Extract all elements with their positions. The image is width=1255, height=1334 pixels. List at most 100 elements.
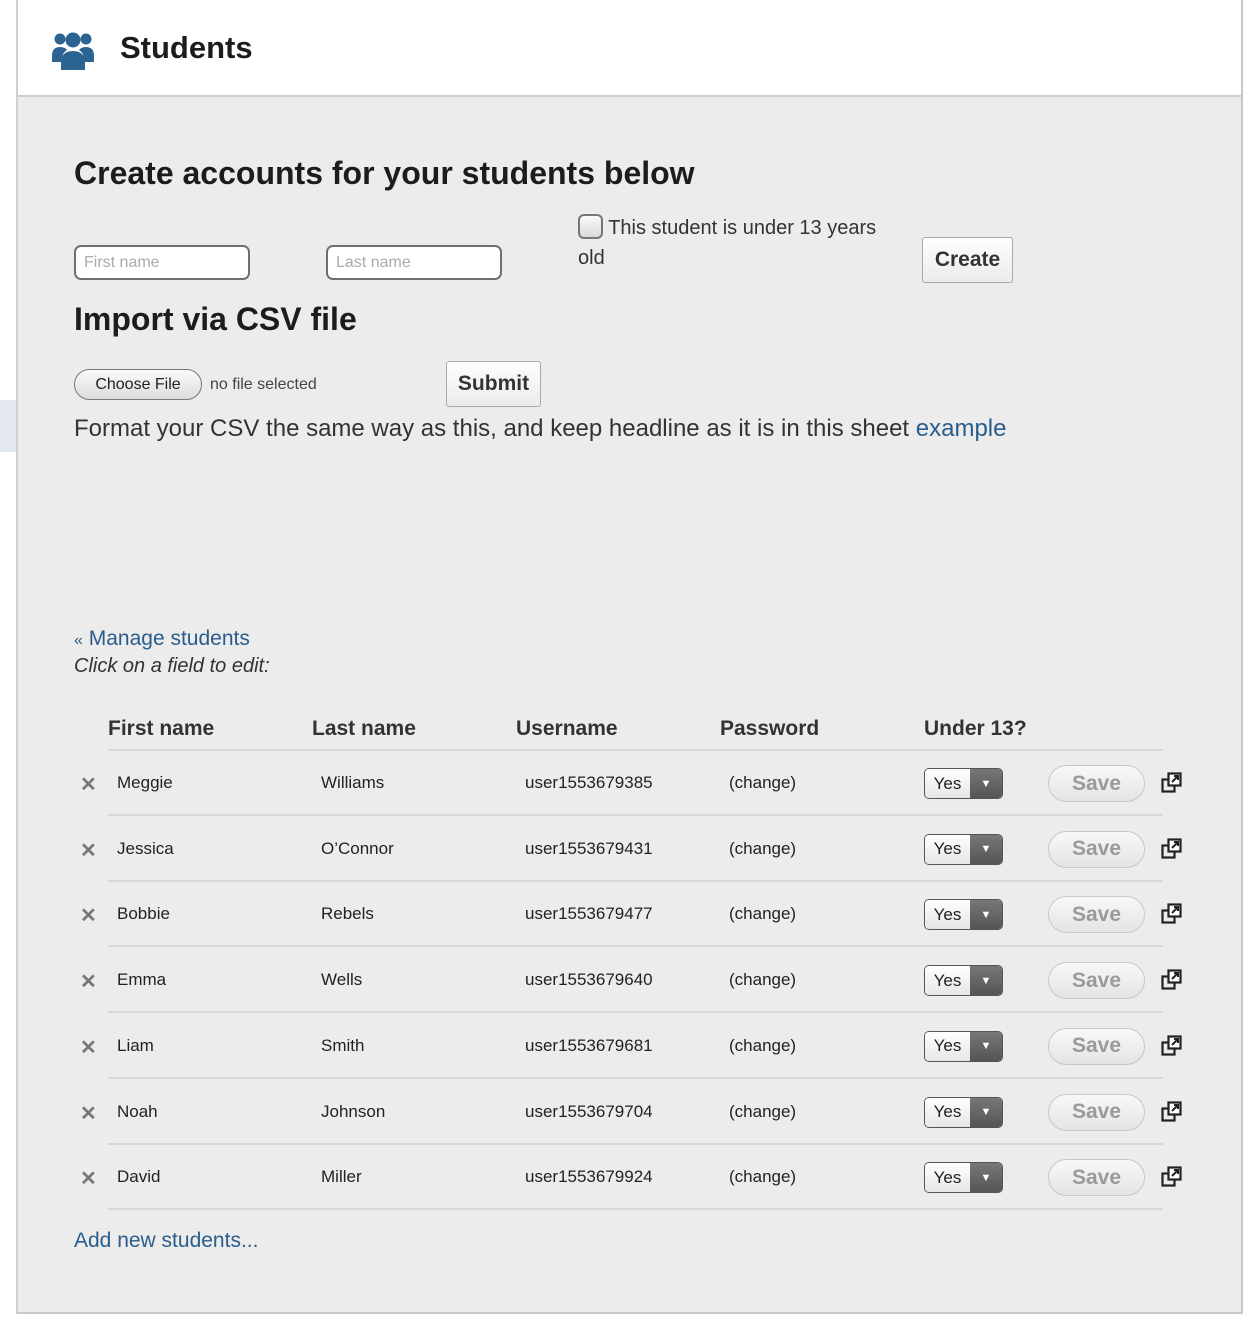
chevron-down-icon: ▼ xyxy=(970,1097,1002,1127)
save-button[interactable]: Save xyxy=(1048,1159,1145,1197)
format-text: Format your CSV the same way as this, an… xyxy=(74,415,910,442)
under13-select[interactable]: Yes ▼ xyxy=(924,1096,1003,1128)
cell-last-name[interactable]: Smith xyxy=(321,1036,364,1056)
cell-last-name[interactable]: Miller xyxy=(321,1167,362,1187)
last-name-input[interactable] xyxy=(326,245,502,280)
external-window-icon[interactable] xyxy=(1161,969,1183,991)
cell-password-change[interactable]: (change) xyxy=(729,1167,796,1187)
page-title: Students xyxy=(120,30,253,65)
close-x-icon[interactable]: ✕ xyxy=(80,772,97,797)
cell-last-name[interactable]: Wells xyxy=(321,970,362,990)
cell-password-change[interactable]: (change) xyxy=(729,773,796,793)
under13-select[interactable]: Yes ▼ xyxy=(924,768,1003,799)
cell-username[interactable]: user1553679640 xyxy=(525,970,653,990)
external-window-icon[interactable] xyxy=(1161,1166,1183,1188)
cell-first-name[interactable]: Emma xyxy=(117,970,166,990)
cell-username[interactable]: user1553679924 xyxy=(525,1167,653,1187)
col-first-name: First name xyxy=(108,717,215,740)
cell-first-name[interactable]: Meggie xyxy=(117,773,173,793)
cell-username[interactable]: user1553679681 xyxy=(525,1036,653,1056)
back-chevron-icon: « xyxy=(74,632,83,649)
cell-username[interactable]: user1553679704 xyxy=(525,1102,653,1122)
external-window-icon[interactable] xyxy=(1161,838,1183,860)
cell-last-name[interactable]: Williams xyxy=(321,773,384,793)
chevron-down-icon: ▼ xyxy=(970,900,1002,930)
create-button[interactable]: Create xyxy=(922,237,1013,283)
row-divider xyxy=(108,945,1163,948)
table-header: First name Last name Username Password U… xyxy=(18,717,1178,757)
create-heading: Create accounts for your students below xyxy=(74,155,695,191)
cell-password-change[interactable]: (change) xyxy=(729,904,796,924)
row-divider xyxy=(108,1076,1163,1079)
import-heading: Import via CSV file xyxy=(74,301,357,337)
manage-students-link[interactable]: « Manage students xyxy=(74,627,250,650)
close-x-icon[interactable]: ✕ xyxy=(80,903,97,928)
under13-value: Yes xyxy=(925,1097,970,1127)
cell-username[interactable]: user1553679477 xyxy=(525,904,653,924)
row-divider xyxy=(108,814,1163,816)
close-x-icon[interactable]: ✕ xyxy=(80,1101,97,1126)
under13-select[interactable]: Yes ▼ xyxy=(924,1030,1003,1062)
students-panel: Students Create accounts for your studen… xyxy=(16,0,1243,1314)
edit-instruction: Click on a field to edit: xyxy=(74,655,270,677)
submit-button[interactable]: Submit xyxy=(446,361,541,407)
cell-username[interactable]: user1553679385 xyxy=(525,773,653,793)
add-new-students-link[interactable]: Add new students... xyxy=(74,1229,258,1253)
save-button[interactable]: Save xyxy=(1048,830,1145,868)
cell-last-name[interactable]: Johnson xyxy=(321,1102,385,1122)
col-username: Username xyxy=(516,717,618,740)
under13-value: Yes xyxy=(925,834,970,864)
under13-select[interactable]: Yes ▼ xyxy=(924,833,1003,865)
row-divider xyxy=(108,1142,1163,1145)
cell-password-change[interactable]: (change) xyxy=(729,1102,796,1122)
col-under13: Under 13? xyxy=(924,717,1027,740)
chevron-down-icon: ▼ xyxy=(970,1031,1002,1061)
row-divider xyxy=(108,1011,1163,1014)
external-window-icon[interactable] xyxy=(1161,903,1183,925)
under13-value: Yes xyxy=(925,966,970,996)
under13-checkbox-group: This student is under 13 years old xyxy=(578,213,898,273)
chevron-down-icon: ▼ xyxy=(970,769,1002,798)
cell-last-name[interactable]: Rebels xyxy=(321,904,374,924)
cell-password-change[interactable]: (change) xyxy=(729,970,796,990)
first-name-input[interactable] xyxy=(74,245,250,280)
external-window-icon[interactable] xyxy=(1161,1035,1183,1057)
under13-checkbox[interactable] xyxy=(578,214,603,239)
cell-username[interactable]: user1553679431 xyxy=(525,839,653,859)
under13-value: Yes xyxy=(925,769,970,798)
close-x-icon[interactable]: ✕ xyxy=(80,969,97,994)
under13-select[interactable]: Yes ▼ xyxy=(924,1162,1003,1194)
cell-first-name[interactable]: Noah xyxy=(117,1102,158,1122)
close-x-icon[interactable]: ✕ xyxy=(80,838,97,863)
csv-format-instructions: Format your CSV the same way as this, an… xyxy=(74,415,1006,443)
cell-last-name[interactable]: O’Connor xyxy=(321,839,394,859)
cell-first-name[interactable]: Bobbie xyxy=(117,904,170,924)
close-x-icon[interactable]: ✕ xyxy=(80,1166,97,1191)
choose-file-button[interactable]: Choose File xyxy=(74,369,202,400)
header-divider xyxy=(108,749,1163,751)
under13-value: Yes xyxy=(925,1163,970,1193)
example-link[interactable]: example xyxy=(916,415,1007,442)
close-x-icon[interactable]: ✕ xyxy=(80,1035,97,1060)
save-button[interactable]: Save xyxy=(1048,1027,1145,1065)
save-button[interactable]: Save xyxy=(1048,896,1145,934)
save-button[interactable]: Save xyxy=(1048,765,1145,802)
cell-first-name[interactable]: Jessica xyxy=(117,839,174,859)
under13-value: Yes xyxy=(925,900,970,930)
row-divider xyxy=(108,879,1163,882)
cell-password-change[interactable]: (change) xyxy=(729,839,796,859)
save-button[interactable]: Save xyxy=(1048,1093,1145,1131)
col-password: Password xyxy=(720,717,820,740)
under13-select[interactable]: Yes ▼ xyxy=(924,965,1003,997)
cell-first-name[interactable]: Liam xyxy=(117,1036,154,1056)
external-window-icon[interactable] xyxy=(1161,1100,1183,1123)
chevron-down-icon: ▼ xyxy=(970,834,1002,864)
cell-first-name[interactable]: David xyxy=(117,1167,160,1187)
cell-password-change[interactable]: (change) xyxy=(729,1036,796,1056)
save-button[interactable]: Save xyxy=(1048,962,1145,1000)
file-status: no file selected xyxy=(210,376,317,393)
page-header: Students xyxy=(18,0,1241,97)
manage-students-link-wrap: « Manage students xyxy=(74,627,250,651)
external-window-icon[interactable] xyxy=(1161,772,1183,794)
under13-select[interactable]: Yes ▼ xyxy=(924,899,1003,931)
